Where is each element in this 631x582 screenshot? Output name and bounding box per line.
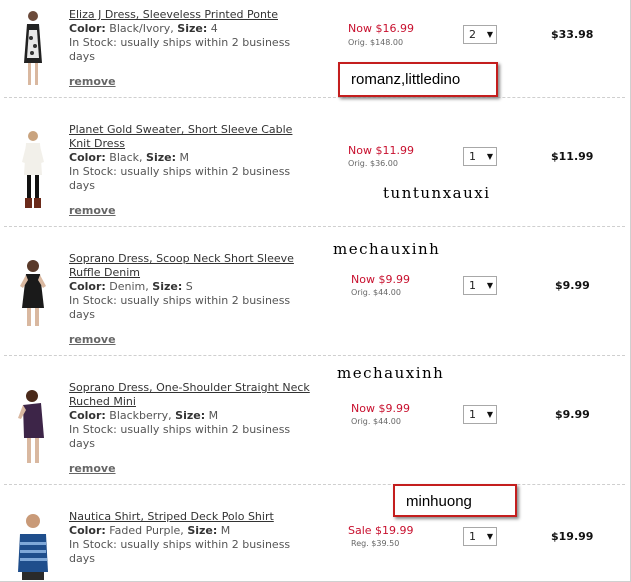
size-label: Size: [152, 280, 183, 293]
product-attributes: Color: Black, Size: M [69, 151, 319, 165]
line-total: $9.99 [555, 408, 590, 421]
product-title-link[interactable]: Soprano Dress, One-Shoulder Straight Nec… [69, 381, 311, 409]
size-value: M [220, 524, 231, 537]
color-value: Denim, [109, 280, 149, 293]
line-total: $11.99 [551, 150, 594, 163]
quantity-value: 1 [469, 279, 476, 292]
name-tag-text: mechauxinh [337, 364, 445, 382]
name-tag-box: minhuong [393, 484, 517, 517]
size-label: Size: [187, 524, 218, 537]
color-value: Black, [109, 151, 143, 164]
product-thumbnail[interactable] [8, 512, 58, 580]
color-value: Blackberry, [109, 409, 172, 422]
chevron-down-icon: ▼ [486, 410, 493, 419]
line-total: $9.99 [555, 279, 590, 292]
row-divider [4, 484, 625, 485]
product-thumbnail[interactable] [8, 388, 58, 468]
size-value: 4 [210, 22, 218, 35]
stock-status: In Stock: usually ships within 2 busines… [69, 165, 291, 192]
price-sale: Sale $19.99 [348, 524, 414, 537]
quantity-value: 2 [469, 28, 476, 41]
product-attributes: Color: Denim, Size: S [69, 280, 319, 294]
name-tag-box: romanz,littledino [338, 62, 498, 97]
chevron-down-icon: ▼ [486, 532, 493, 541]
remove-link[interactable]: remove [69, 462, 116, 475]
price-original: Orig. $44.00 [351, 417, 401, 426]
price-original: Orig. $44.00 [351, 288, 401, 297]
size-value: S [185, 280, 193, 293]
row-divider [4, 355, 625, 356]
product-thumbnail[interactable] [8, 8, 58, 88]
product-thumbnail[interactable] [8, 258, 58, 338]
quantity-select[interactable]: 2 ▼ [463, 25, 497, 44]
line-total: $33.98 [551, 28, 594, 41]
line-total: $19.99 [551, 530, 594, 543]
quantity-select[interactable]: 1 ▼ [463, 527, 497, 546]
product-attributes: Color: Black/Ivory, Size: 4 [69, 22, 319, 36]
product-title-link[interactable]: Soprano Dress, Scoop Neck Short Sleeve R… [69, 252, 311, 280]
color-value: Black/Ivory, [109, 22, 174, 35]
name-tag-text: tuntunxauxi [383, 184, 491, 202]
row-divider [4, 226, 625, 227]
price-now: Now $9.99 [351, 402, 410, 415]
quantity-select[interactable]: 1 ▼ [463, 276, 497, 295]
chevron-down-icon: ▼ [486, 152, 493, 161]
stock-status: In Stock: usually ships within 2 busines… [69, 36, 291, 63]
product-thumbnail[interactable] [8, 130, 58, 210]
product-title-link[interactable]: Planet Gold Sweater, Short Sleeve Cable … [69, 123, 311, 151]
price-original: Orig. $148.00 [348, 38, 404, 47]
remove-link[interactable]: remove [69, 204, 116, 217]
color-label: Color: [69, 151, 106, 164]
quantity-select[interactable]: 1 ▼ [463, 147, 497, 166]
remove-link[interactable]: remove [69, 333, 116, 346]
chevron-down-icon: ▼ [486, 30, 493, 39]
price-now: Now $9.99 [351, 273, 410, 286]
quantity-select[interactable]: 1 ▼ [463, 405, 497, 424]
size-value: M [179, 151, 190, 164]
product-title-link[interactable]: Eliza J Dress, Sleeveless Printed Ponte [69, 8, 311, 22]
stock-status: In Stock: usually ships within 2 busines… [69, 538, 291, 565]
price-regular: Reg. $39.50 [351, 539, 400, 548]
row-divider [4, 97, 625, 98]
color-label: Color: [69, 524, 106, 537]
chevron-down-icon: ▼ [486, 281, 493, 290]
product-title-link[interactable]: Nautica Shirt, Striped Deck Polo Shirt [69, 510, 311, 524]
color-label: Color: [69, 409, 106, 422]
size-label: Size: [177, 22, 208, 35]
color-label: Color: [69, 280, 106, 293]
size-label: Size: [146, 151, 177, 164]
stock-status: In Stock: usually ships within 2 busines… [69, 294, 291, 321]
remove-link[interactable]: remove [69, 75, 116, 88]
color-label: Color: [69, 22, 106, 35]
stock-status: In Stock: usually ships within 2 busines… [69, 423, 291, 450]
quantity-value: 1 [469, 530, 476, 543]
size-value: M [208, 409, 219, 422]
color-value: Faded Purple, [109, 524, 184, 537]
size-label: Size: [175, 409, 206, 422]
name-tag-text: mechauxinh [333, 240, 441, 258]
price-now: Now $11.99 [348, 144, 414, 157]
product-attributes: Color: Blackberry, Size: M [69, 409, 319, 423]
price-original: Orig. $36.00 [348, 159, 398, 168]
price-now: Now $16.99 [348, 22, 414, 35]
product-attributes: Color: Faded Purple, Size: M [69, 524, 319, 538]
quantity-value: 1 [469, 408, 476, 421]
quantity-value: 1 [469, 150, 476, 163]
